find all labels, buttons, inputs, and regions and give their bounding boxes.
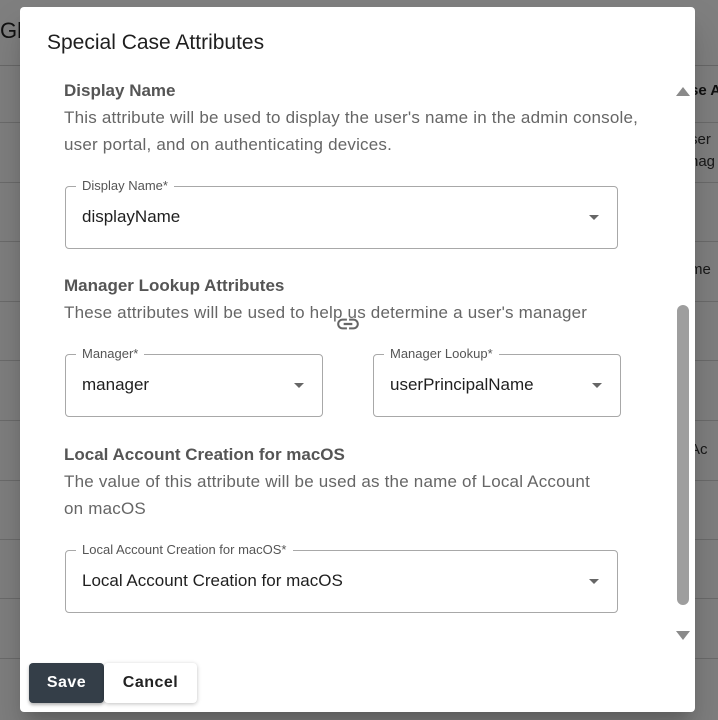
manager-select-label: Manager* <box>76 346 145 362</box>
local-account-section-description: The value of this attribute will be used… <box>64 472 590 518</box>
manager-lookup-select-value: userPrincipalName <box>390 375 534 394</box>
local-account-section-title: Local Account Creation for macOS <box>64 445 345 464</box>
display-name-select[interactable]: Display Name* displayName <box>65 178 618 249</box>
display-name-select-label: Display Name* <box>76 178 174 194</box>
manager-select[interactable]: Manager* manager <box>65 346 323 417</box>
local-account-select-value: Local Account Creation for macOS <box>82 571 343 590</box>
manager-select-value: manager <box>82 375 150 394</box>
scroll-down-arrow-icon[interactable] <box>676 631 690 640</box>
display-name-section-description: This attribute will be used to display t… <box>64 108 639 154</box>
display-name-select-value: displayName <box>82 207 181 226</box>
special-case-attributes-dialog: Special Case Attributes Display Name Thi… <box>20 7 695 712</box>
chevron-down-icon[interactable] <box>589 579 599 584</box>
chevron-down-icon[interactable] <box>294 383 304 388</box>
chevron-down-icon[interactable] <box>589 215 599 220</box>
display-name-section-title: Display Name <box>64 81 176 100</box>
manager-lookup-select-label: Manager Lookup* <box>384 346 499 362</box>
local-account-select-label: Local Account Creation for macOS* <box>76 542 293 558</box>
link-icon <box>337 318 359 330</box>
dialog-title: Special Case Attributes <box>47 31 265 54</box>
manager-lookup-section-title: Manager Lookup Attributes <box>64 276 285 295</box>
manager-lookup-select[interactable]: Manager Lookup* userPrincipalName <box>373 346 621 417</box>
save-button[interactable]: Save <box>29 663 104 703</box>
cancel-button[interactable]: Cancel <box>104 663 197 703</box>
scroll-up-arrow-icon[interactable] <box>676 87 690 96</box>
local-account-select[interactable]: Local Account Creation for macOS* Local … <box>65 542 618 613</box>
scrollbar-thumb[interactable] <box>677 305 689 605</box>
chevron-down-icon[interactable] <box>592 383 602 388</box>
